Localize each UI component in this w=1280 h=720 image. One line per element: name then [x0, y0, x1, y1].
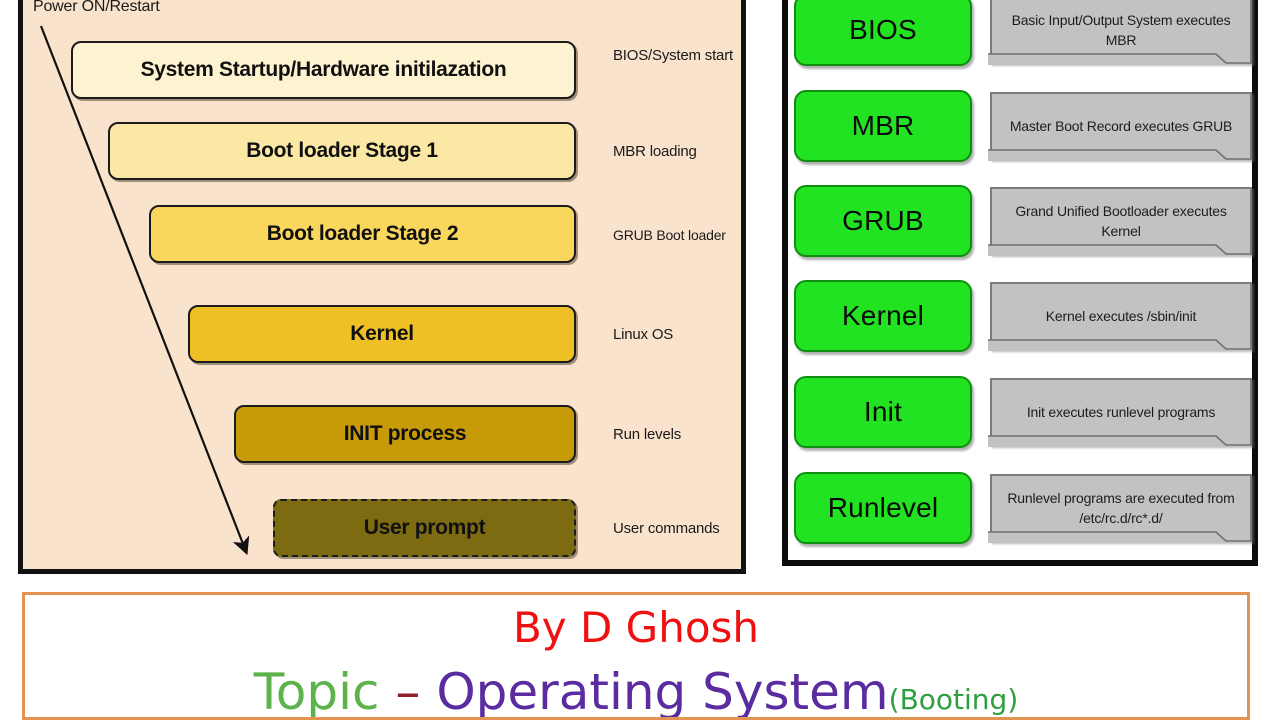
chain-desc-box: Runlevel programs are executed from /etc… [988, 474, 1252, 543]
stage-note: Linux OS [613, 326, 674, 343]
chain-key-label: MBR [851, 110, 915, 141]
boot-stages-panel: Power ON/Restart System Startup/Hardware… [18, 0, 746, 574]
stage-label: Boot loader Stage 1 [246, 139, 438, 162]
page-fold-icon [988, 339, 1250, 351]
author-label: By D Ghosh [512, 603, 760, 652]
chain-key-box[interactable]: BIOS [794, 0, 972, 66]
chain-key-box[interactable]: Runlevel [794, 472, 972, 544]
chain-key-box[interactable]: Kernel [794, 280, 972, 352]
chain-desc-box: Init executes runlevel programs [988, 378, 1252, 447]
page-fold-icon [988, 149, 1250, 161]
page-fold-icon [988, 244, 1250, 256]
topic-subject: Operating System [436, 663, 889, 720]
chain-row: Runlevel Runlevel programs are executed … [794, 472, 1252, 544]
stage-box[interactable]: System Startup/Hardware initilazation [71, 41, 576, 99]
topic-parenthetical: (Booting) [888, 683, 1019, 716]
chain-row: MBR Master Boot Record executes GRUB [794, 90, 1252, 162]
stage-box[interactable]: Kernel [188, 305, 576, 363]
stage-note: User commands [613, 520, 720, 537]
page-fold-icon [988, 531, 1250, 543]
stage-note: MBR loading [613, 143, 697, 160]
topic-dash: – [379, 663, 437, 720]
title-banner: By D Ghosh Topic – Operating System(Boot… [22, 592, 1250, 720]
chain-desc-box: Kernel executes /sbin/init [988, 282, 1252, 351]
stage-label: Boot loader Stage 2 [266, 222, 459, 245]
chain-desc-box: Master Boot Record executes GRUB [988, 92, 1252, 161]
chain-key-box[interactable]: GRUB [794, 185, 972, 257]
chain-key-label: Runlevel [827, 492, 939, 523]
stage-label: User prompt [363, 516, 486, 539]
chain-row: BIOS Basic Input/Output System executes … [794, 0, 1252, 66]
topic-word: Topic [253, 663, 380, 720]
stage-row: Kernel [188, 305, 576, 363]
chain-desc-label: Master Boot Record executes GRUB [1009, 118, 1233, 135]
stage-box[interactable]: INIT process [234, 405, 576, 463]
topic-label: Topic – Operating System(Booting) [25, 663, 1247, 720]
page-fold-icon [988, 53, 1250, 65]
stage-row: User prompt [273, 499, 576, 557]
chain-key-box[interactable]: MBR [794, 90, 972, 162]
chain-key-label: Kernel [841, 300, 925, 331]
chain-desc-label: Basic Input/Output System executes MBR [1011, 12, 1231, 48]
stage-label: Kernel [350, 322, 414, 345]
stage-label: INIT process [343, 422, 467, 445]
stage-note: BIOS/System start [613, 47, 733, 64]
chain-key-label: BIOS [849, 14, 917, 45]
page-fold-icon [988, 435, 1250, 447]
stage-box[interactable]: Boot loader Stage 2 [149, 205, 576, 263]
stage-box[interactable]: Boot loader Stage 1 [108, 122, 576, 180]
chain-key-label: GRUB [842, 205, 924, 236]
stage-row: Boot loader Stage 2 [149, 205, 576, 263]
power-on-restart-label: Power ON/Restart [33, 0, 160, 15]
boot-chain-panel: BIOS Basic Input/Output System executes … [782, 0, 1258, 566]
chain-row: Init Init executes runlevel programs [794, 376, 1252, 448]
stage-row: Boot loader Stage 1 [108, 122, 576, 180]
chain-desc-label: Kernel executes /sbin/init [1045, 308, 1197, 325]
chain-desc-label: Init executes runlevel programs [1026, 404, 1216, 421]
chain-key-label: Init [863, 396, 903, 427]
stage-box[interactable]: User prompt [273, 499, 576, 557]
chain-row: Kernel Kernel executes /sbin/init [794, 280, 1252, 352]
chain-key-box[interactable]: Init [794, 376, 972, 448]
stage-row: System Startup/Hardware initilazation [71, 41, 576, 99]
chain-row: GRUB Grand Unified Bootloader executes K… [794, 185, 1252, 257]
stage-note: Run levels [613, 426, 682, 443]
chain-desc-box: Basic Input/Output System executes MBR [988, 0, 1252, 65]
stage-note: GRUB Boot loader [613, 227, 726, 243]
chain-desc-box: Grand Unified Bootloader executes Kernel [988, 187, 1252, 256]
chain-desc-label: Grand Unified Bootloader executes Kernel [1015, 203, 1227, 239]
stage-row: INIT process [234, 405, 576, 463]
stage-label: System Startup/Hardware initilazation [140, 58, 507, 81]
chain-desc-label: Runlevel programs are executed from /etc… [1007, 490, 1235, 526]
